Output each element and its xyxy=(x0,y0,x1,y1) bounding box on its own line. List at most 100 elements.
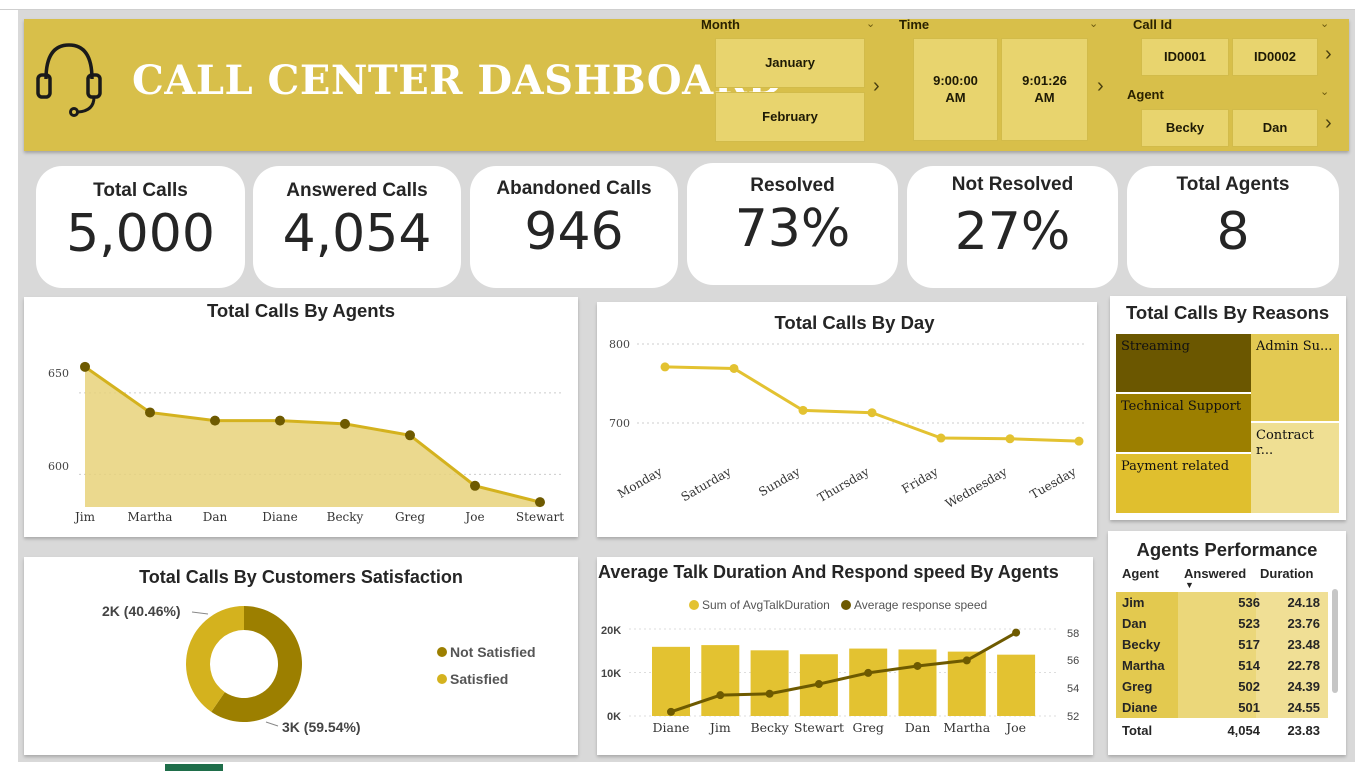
agents-x-label: Becky xyxy=(327,510,364,524)
sort-desc-icon[interactable]: ▼ xyxy=(1185,580,1194,590)
slicer-month-january[interactable]: January xyxy=(715,38,865,88)
response-point xyxy=(864,668,873,677)
satisfaction-panel: Total Calls By Customers Satisfaction 2K… xyxy=(24,557,578,755)
col-header-agent[interactable]: Agent xyxy=(1122,566,1159,581)
response-point xyxy=(716,691,725,700)
talk-x-label: Becky xyxy=(750,720,789,735)
kpi-label: Abandoned Calls xyxy=(496,178,652,199)
agent-slicer-label: Agent xyxy=(1127,87,1164,102)
day-point xyxy=(936,433,946,443)
day-chart-panel: Total Calls By Day 800 700 Monday Saturda… xyxy=(597,302,1097,537)
cell-duration: 24.18 xyxy=(1287,595,1320,610)
slicer-month-february[interactable]: February xyxy=(715,92,865,142)
callid-next-arrow-icon[interactable]: › xyxy=(1325,43,1332,66)
month-slicer-chevron-icon[interactable]: ⌄ xyxy=(866,17,875,30)
kpi-value: 27% xyxy=(954,202,1071,262)
table-row[interactable]: Becky 517 23.48 xyxy=(1116,634,1328,655)
cell-duration: 22.78 xyxy=(1287,658,1320,673)
table-row[interactable]: Dan 523 23.76 xyxy=(1116,613,1328,634)
slicer-time-2[interactable]: 9:01:26 AM xyxy=(1001,38,1088,141)
agents-point xyxy=(405,430,415,441)
treemap-payment-related[interactable]: Payment related xyxy=(1116,454,1251,513)
table-row[interactable]: Greg 502 24.39 xyxy=(1116,676,1328,697)
day-x-label: Thursday xyxy=(815,464,872,505)
table-row[interactable]: Jim 536 24.18 xyxy=(1116,592,1328,613)
agents-x-label: Jim xyxy=(73,510,96,524)
day-x-label: Wednesday xyxy=(943,464,1010,511)
agents-tick-650: 650 xyxy=(48,367,69,380)
cell-agent: Jim xyxy=(1122,595,1145,610)
agents-point xyxy=(340,418,350,429)
time-slicer-label: Time xyxy=(899,17,930,32)
day-x-label: Friday xyxy=(899,464,940,496)
time-next-arrow-icon[interactable]: › xyxy=(1097,75,1104,98)
slicer-callid-1[interactable]: ID0001 xyxy=(1141,38,1229,76)
day-x-label: Sunday xyxy=(756,464,802,499)
kpi-answered-calls: Answered Calls 4,054 xyxy=(253,166,461,288)
legend-talk-duration-marker xyxy=(689,600,699,610)
talk-x-label: Jim xyxy=(708,720,731,735)
legend-response-speed[interactable]: Average response speed xyxy=(854,598,987,612)
kpi-value: 5,000 xyxy=(66,204,215,264)
agents-x-label: Diane xyxy=(262,510,297,524)
cell-duration: 24.39 xyxy=(1287,679,1320,694)
legend-response-speed-marker xyxy=(841,600,851,610)
kpi-label: Resolved xyxy=(750,175,835,196)
total-duration: 23.83 xyxy=(1287,723,1320,738)
agent-slicer-chevron-icon[interactable]: ⌄ xyxy=(1320,85,1329,98)
day-x-label: Saturday xyxy=(679,464,734,504)
table-scrollbar[interactable] xyxy=(1332,589,1338,693)
agent-next-arrow-icon[interactable]: › xyxy=(1325,112,1332,135)
treemap-admin-support[interactable]: Admin Su... xyxy=(1251,334,1339,421)
agents-point xyxy=(80,361,90,372)
cell-duration: 24.55 xyxy=(1287,700,1320,715)
kpi-label: Answered Calls xyxy=(286,180,428,201)
slicer-callid-2[interactable]: ID0002 xyxy=(1232,38,1318,76)
agents-point xyxy=(470,480,480,491)
agents-point xyxy=(275,415,285,426)
reasons-title: Total Calls By Reasons xyxy=(1126,302,1330,323)
month-slicer-label: Month xyxy=(701,17,740,32)
response-point xyxy=(1012,628,1021,637)
talk-left-tick-20k: 20K xyxy=(601,625,621,637)
agents-x-label: Greg xyxy=(395,510,425,524)
slicer-agent-dan[interactable]: Dan xyxy=(1232,109,1318,147)
slicer-agent-becky[interactable]: Becky xyxy=(1141,109,1229,147)
talk-bar xyxy=(750,650,789,716)
treemap-contract-related[interactable]: Contract r... xyxy=(1251,423,1339,513)
col-header-answered[interactable]: Answered xyxy=(1184,566,1246,581)
day-point xyxy=(1074,436,1084,446)
kpi-value: 4,054 xyxy=(282,204,432,264)
col-header-duration[interactable]: Duration xyxy=(1260,566,1313,581)
month-next-arrow-icon[interactable]: › xyxy=(873,75,880,98)
agents-point xyxy=(145,407,155,418)
legend-satisfied[interactable]: Satisfied xyxy=(450,671,508,687)
talk-bar xyxy=(652,646,690,716)
cell-duration: 23.76 xyxy=(1287,616,1320,631)
talk-chart-svg: Sum of AvgTalkDuration Average response … xyxy=(601,598,1079,735)
time-slicer-chevron-icon[interactable]: ⌄ xyxy=(1089,17,1098,30)
day-x-label: Monday xyxy=(615,464,665,501)
satisfaction-chart-svg: 2K (40.46%) 3K (59.54%) Not Satisfied Sa… xyxy=(102,603,536,735)
table-row[interactable]: Martha 514 22.78 xyxy=(1116,655,1328,676)
callid-slicer-label: Call Id xyxy=(1133,17,1173,32)
kpi-value: 73% xyxy=(734,199,851,259)
table-row[interactable]: Diane 501 24.55 xyxy=(1116,697,1328,718)
talk-chart-panel: Average Talk Duration And Respond speed … xyxy=(597,557,1093,755)
legend-not-satisfied[interactable]: Not Satisfied xyxy=(450,644,536,660)
talk-left-tick-10k: 10K xyxy=(601,668,621,680)
page-tab[interactable] xyxy=(165,764,223,771)
talk-bar xyxy=(701,645,740,716)
agents-tick-600: 600 xyxy=(48,460,69,473)
treemap-streaming[interactable]: Streaming xyxy=(1116,334,1251,392)
treemap-technical-support[interactable]: Technical Support xyxy=(1116,394,1251,452)
slicer-time-1[interactable]: 9:00:00 AM xyxy=(913,38,998,141)
response-point xyxy=(913,661,922,670)
legend-talk-duration[interactable]: Sum of AvgTalkDuration xyxy=(702,598,830,612)
legend-satisfied-marker xyxy=(437,674,447,684)
total-row: Total 4,054 23.83 xyxy=(1116,720,1328,741)
callid-slicer-chevron-icon[interactable]: ⌄ xyxy=(1320,17,1329,30)
agents-x-label: Stewart xyxy=(516,510,564,524)
talk-bar xyxy=(898,649,937,716)
headset-icon xyxy=(36,43,102,117)
